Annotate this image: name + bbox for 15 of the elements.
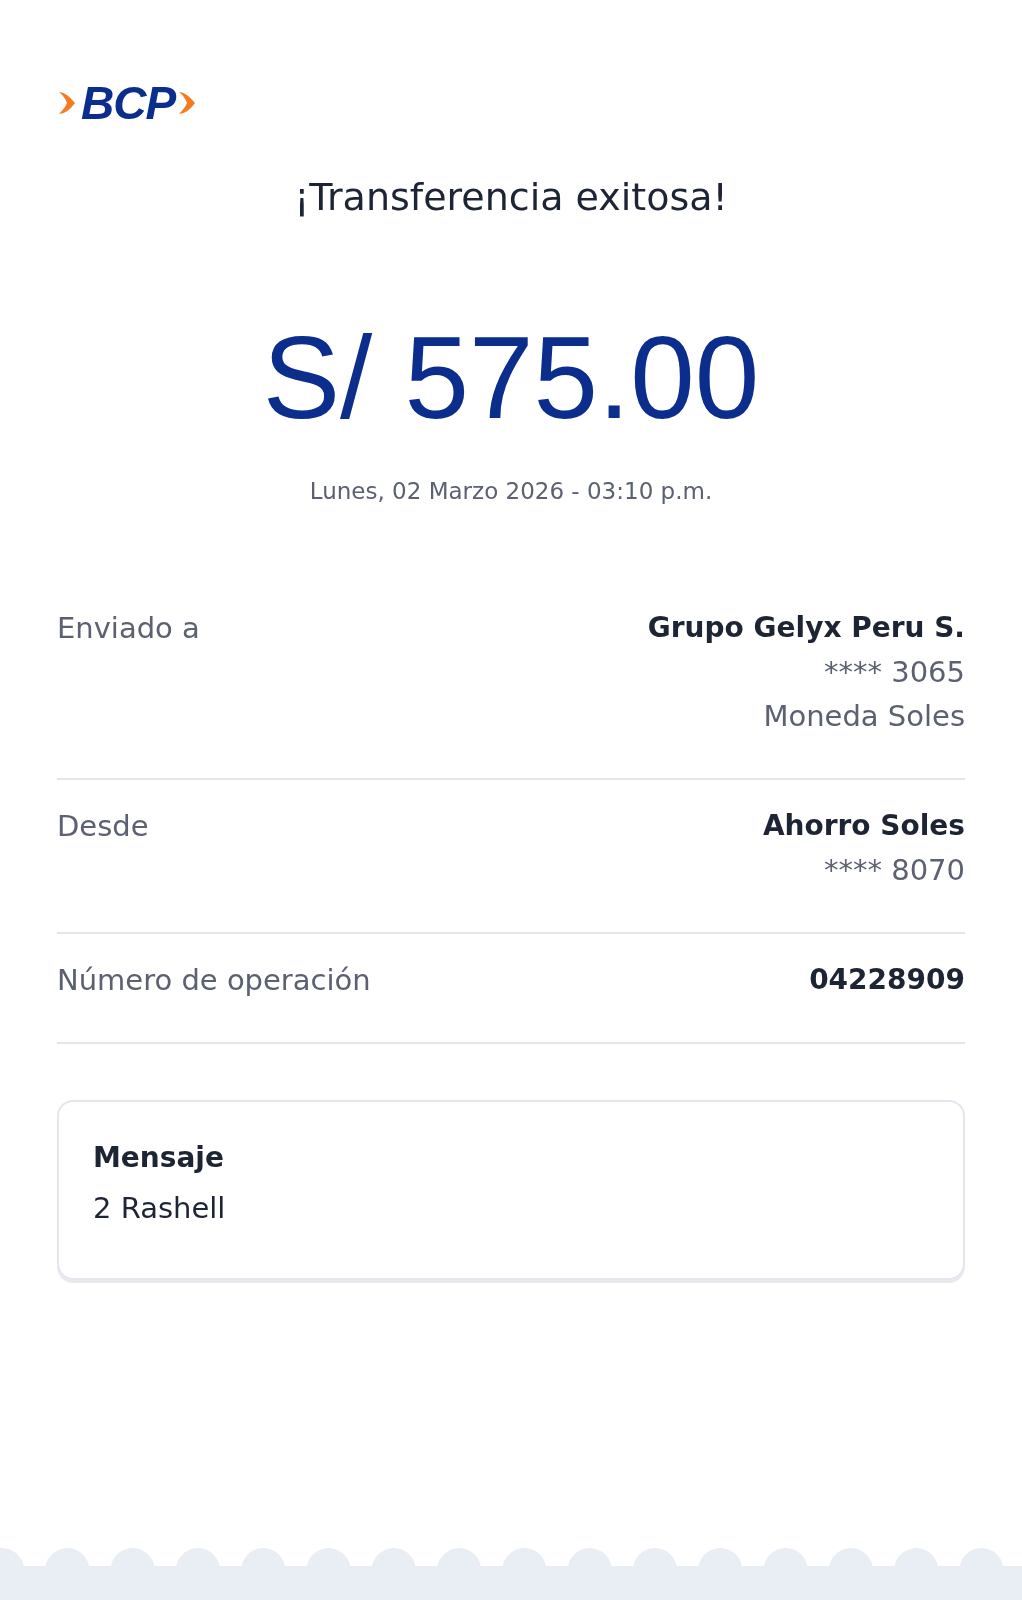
- detail-value: Moneda Soles: [763, 698, 965, 735]
- detail-value: 04228909: [809, 962, 965, 998]
- detail-label: Enviado a: [57, 610, 200, 647]
- message-label: Mensaje: [93, 1140, 225, 1176]
- bcp-logo: BCP: [57, 80, 200, 126]
- detail-label: Desde: [57, 808, 149, 845]
- success-title: ¡Transferencia exitosa!: [294, 178, 728, 216]
- detail-label: Número de operación: [57, 962, 371, 999]
- date-time: Lunes, 02 Marzo 2026 - 03:10 p.m.: [309, 478, 713, 504]
- detail-value: **** 8070: [823, 852, 965, 889]
- detail-value: Grupo Gelyx Peru S.: [647, 610, 965, 646]
- message-text: 2 Rashell: [93, 1190, 227, 1227]
- transfer-amount: S/ 575.00: [262, 320, 760, 436]
- detail-value: Ahorro Soles: [762, 808, 965, 844]
- detail-value: **** 3065: [823, 654, 965, 691]
